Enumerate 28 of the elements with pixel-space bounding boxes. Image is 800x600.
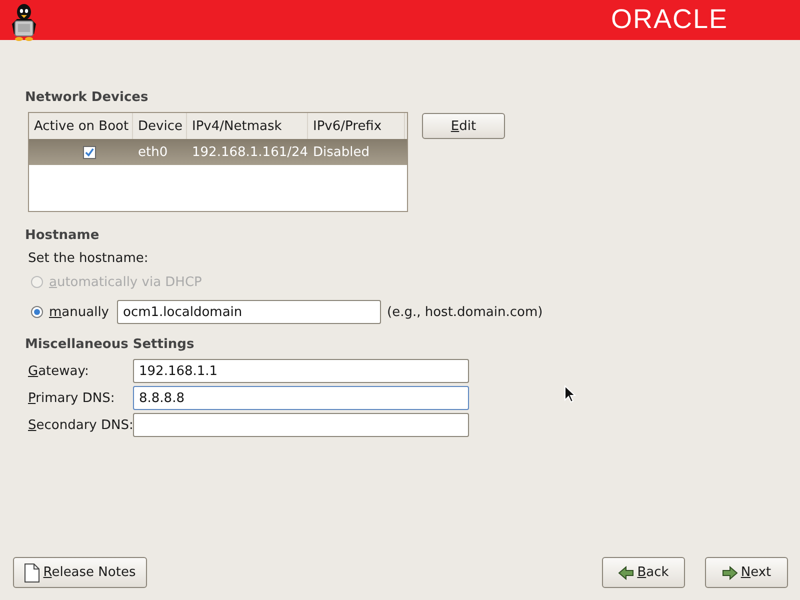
mouse-pointer-icon [564, 385, 576, 403]
release-notes-button[interactable]: Release Notes [13, 557, 147, 588]
next-button[interactable]: Next [705, 557, 788, 588]
section-heading: Miscellaneous Settings [25, 337, 196, 352]
table-cell-text: 192.168.1.161/24 [191, 144, 308, 162]
table-cell-text: Disabled [312, 144, 370, 162]
table-cell-text: eth0 [137, 144, 169, 162]
input-field[interactable]: 8.8.8.8 [133, 386, 469, 410]
field-label: Secondary DNS: [28, 418, 133, 432]
edit-button[interactable]: Edit [422, 113, 505, 139]
device-table[interactable]: Active on Boot Device IPv4/Netmask IPv6/Prefix eth0 192.168.1.161/24 Disabled [28, 112, 408, 212]
prompt-label: Set the hostname: [28, 251, 150, 266]
section-heading: Hostname [25, 228, 100, 243]
section-heading: Network Devices [25, 90, 150, 105]
field-label: Primary DNS: [28, 390, 116, 406]
back-button[interactable]: Back [602, 557, 685, 588]
hint-text: (e.g., host.domain.com) [387, 304, 543, 320]
checkbox[interactable] [82, 146, 96, 158]
input-field[interactable] [133, 413, 469, 437]
radio-button[interactable] [31, 306, 43, 318]
left-arrow-icon [618, 566, 634, 580]
oracle-logo: ORACLE [610, 4, 728, 35]
hostname-field[interactable]: ocm1.localdomain [117, 300, 381, 324]
radio-label[interactable]: manually [49, 304, 109, 320]
input-field[interactable]: 192.168.1.1 [133, 359, 469, 383]
field-label: Gateway: [28, 364, 90, 378]
right-arrow-icon [722, 566, 738, 580]
document-icon [24, 562, 40, 582]
